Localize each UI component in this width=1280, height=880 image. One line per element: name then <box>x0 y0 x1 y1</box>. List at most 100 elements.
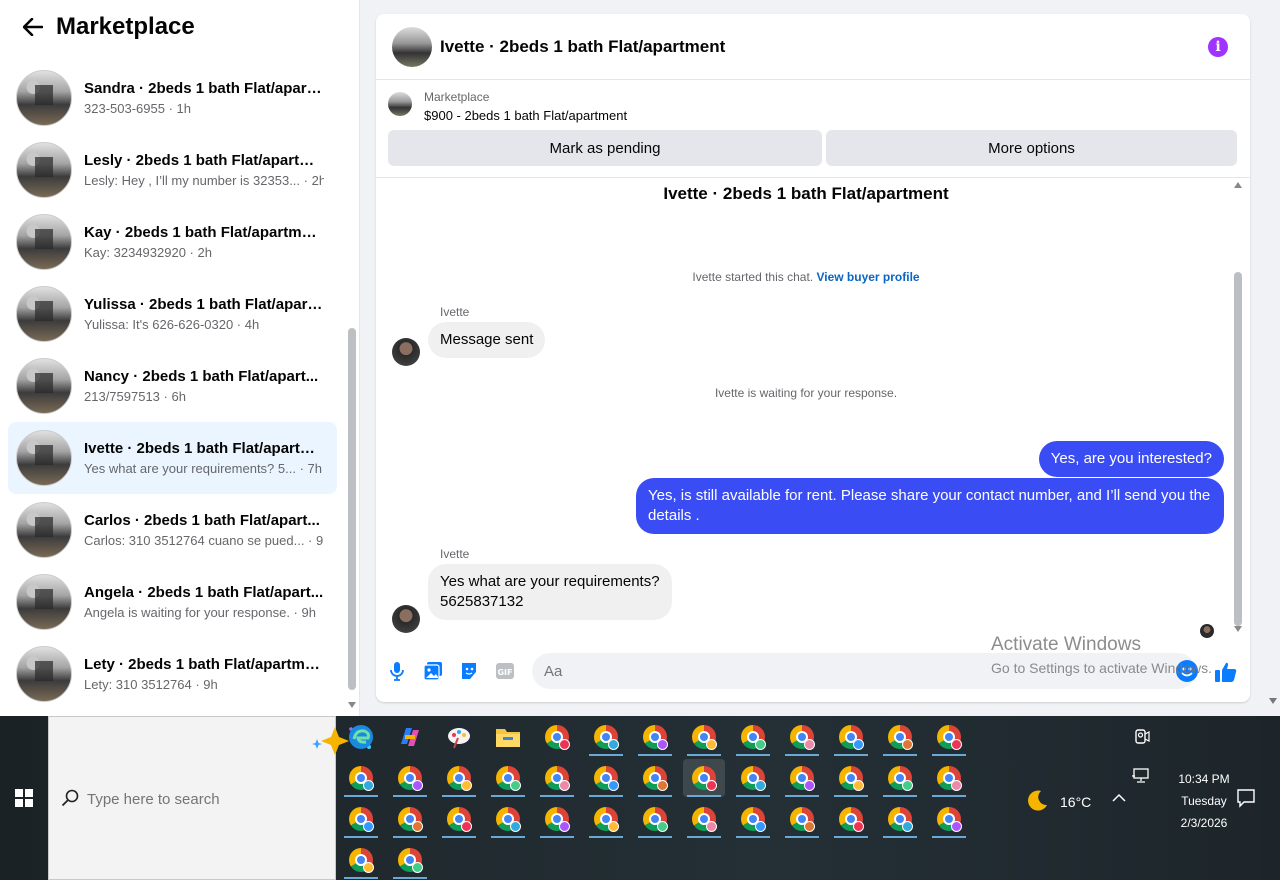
profile-badge-icon <box>657 821 668 832</box>
file-explorer-icon[interactable] <box>487 718 529 756</box>
chrome-app-icon[interactable] <box>732 759 774 797</box>
windows-start-button[interactable] <box>0 716 48 880</box>
profile-badge-icon <box>706 821 717 832</box>
thumbs-up-icon[interactable] <box>1214 660 1238 684</box>
chrome-app-icon[interactable] <box>536 759 578 797</box>
chat-title[interactable]: Ivette · 2beds 1 bath Flat/apartment <box>440 37 725 57</box>
chrome-app-icon[interactable] <box>683 800 725 838</box>
chrome-app-icon[interactable] <box>634 800 676 838</box>
chrome-app-icon[interactable] <box>438 800 480 838</box>
buyer-avatar[interactable] <box>392 338 420 366</box>
chrome-app-icon[interactable] <box>585 718 627 756</box>
conversation-item[interactable]: Lety · 2beds 1 bath Flat/apartment Lety: … <box>8 638 337 710</box>
more-options-button[interactable]: More options <box>826 130 1237 166</box>
chrome-app-icon[interactable] <box>438 759 480 797</box>
conversation-item[interactable]: Nancy · 2beds 1 bath Flat/apart... 213/75… <box>8 350 337 422</box>
chrome-app-icon[interactable] <box>683 759 725 797</box>
chrome-app-icon[interactable] <box>830 759 872 797</box>
listing-thumbnail[interactable] <box>388 92 412 116</box>
chrome-app-icon[interactable] <box>585 800 627 838</box>
sticker-icon[interactable] <box>458 660 480 682</box>
weather-widget[interactable]: 16°C <box>1026 788 1091 815</box>
info-icon[interactable]: i <box>1208 37 1228 57</box>
chrome-app-icon[interactable] <box>389 800 431 838</box>
message-input[interactable] <box>532 653 1132 689</box>
chrome-app-icon[interactable] <box>928 718 970 756</box>
chrome-app-icon[interactable] <box>879 800 921 838</box>
sidebar-scrollbar[interactable] <box>346 48 358 708</box>
chrome-app-icon[interactable] <box>928 800 970 838</box>
chrome-app-icon[interactable] <box>830 800 872 838</box>
profile-badge-icon <box>755 780 766 791</box>
chrome-app-icon[interactable] <box>389 759 431 797</box>
scroll-down-arrow-icon[interactable] <box>348 702 356 708</box>
chrome-app-icon[interactable] <box>879 759 921 797</box>
meet-now-icon[interactable] <box>1134 728 1150 751</box>
messages-scrollbar-thumb[interactable] <box>1234 272 1242 626</box>
photo-icon[interactable] <box>422 660 444 682</box>
chrome-app-icon[interactable] <box>536 800 578 838</box>
chrome-app-icon[interactable] <box>487 759 529 797</box>
profile-badge-icon <box>559 821 570 832</box>
buyer-avatar[interactable] <box>392 605 420 633</box>
scroll-up-arrow-icon[interactable] <box>1234 182 1242 188</box>
network-icon[interactable] <box>1132 768 1150 789</box>
profile-badge-icon <box>853 780 864 791</box>
chrome-app-icon[interactable] <box>928 759 970 797</box>
profile-badge-icon <box>363 780 374 791</box>
view-buyer-profile-link[interactable]: View buyer profile <box>816 270 919 284</box>
notification-icon[interactable] <box>1236 788 1256 813</box>
chrome-app-icon[interactable] <box>732 800 774 838</box>
conversation-item[interactable]: Lesly · 2beds 1 bath Flat/apartm... Lesly… <box>8 134 337 206</box>
chrome-app-icon[interactable] <box>389 841 431 879</box>
chrome-app-icon[interactable] <box>781 759 823 797</box>
microphone-icon[interactable] <box>386 660 408 682</box>
chat-avatar[interactable] <box>392 26 432 67</box>
chrome-app-icon[interactable] <box>781 800 823 838</box>
paint-app-icon[interactable] <box>438 718 480 756</box>
conversation-name: Nancy · 2beds 1 bath Flat/apart... <box>84 368 319 385</box>
chevron-up-icon[interactable] <box>1112 790 1126 808</box>
chrome-app-icon[interactable] <box>830 718 872 756</box>
mark-as-pending-button[interactable]: Mark as pending <box>388 130 822 166</box>
messages-scrollbar[interactable] <box>1232 182 1244 632</box>
emoji-icon[interactable] <box>1176 660 1198 682</box>
chrome-app-icon[interactable] <box>487 800 529 838</box>
profile-badge-icon <box>951 780 962 791</box>
chrome-app-icon[interactable] <box>781 718 823 756</box>
gif-icon[interactable]: GIF <box>494 660 516 682</box>
chrome-app-icon[interactable] <box>585 759 627 797</box>
conversation-item[interactable]: Ivette · 2beds 1 bath Flat/apartm... Yes … <box>8 422 337 494</box>
back-arrow-icon[interactable] <box>18 12 48 42</box>
chrome-app-icon[interactable] <box>340 759 382 797</box>
profile-badge-icon <box>657 780 668 791</box>
conversation-item[interactable]: Kay · 2beds 1 bath Flat/apartment Kay: 32… <box>8 206 337 278</box>
page-scrollbar[interactable] <box>1266 0 1280 716</box>
conversation-item[interactable]: Carlos · 2beds 1 bath Flat/apart... Carlo… <box>8 494 337 566</box>
chrome-app-icon[interactable] <box>536 718 578 756</box>
chrome-app-icon[interactable] <box>879 718 921 756</box>
chat-header: Ivette · 2beds 1 bath Flat/apartment i <box>376 14 1250 80</box>
temperature-readout: 16°C <box>1060 793 1092 810</box>
copilot-app-icon[interactable] <box>389 718 431 756</box>
edge-app-icon[interactable] <box>340 718 382 756</box>
listing-price-title[interactable]: $900 - 2beds 1 bath Flat/apartment <box>424 108 627 123</box>
taskbar-search-box[interactable] <box>48 716 371 880</box>
conversation-item[interactable]: Sandra · 2beds 1 bath Flat/apart... 323-5… <box>8 62 337 134</box>
scroll-down-arrow-icon[interactable] <box>1234 626 1242 632</box>
sidebar-scrollbar-thumb[interactable] <box>348 328 356 690</box>
system-tray: 16°C 10:34 PM Tuesday 2/3/2026 <box>1020 716 1280 880</box>
chrome-app-icon[interactable] <box>634 718 676 756</box>
chrome-app-icon[interactable] <box>340 800 382 838</box>
chrome-app-icon[interactable] <box>683 718 725 756</box>
chrome-app-icon[interactable] <box>732 718 774 756</box>
chrome-app-icon[interactable] <box>340 841 382 879</box>
profile-badge-icon <box>902 821 913 832</box>
message-sender: Ivette <box>440 547 470 561</box>
profile-badge-icon <box>951 821 962 832</box>
profile-badge-icon <box>412 821 423 832</box>
chrome-app-icon[interactable] <box>634 759 676 797</box>
taskbar-search-input[interactable] <box>87 787 317 811</box>
conversation-item[interactable]: Angela · 2beds 1 bath Flat/apart... Angel… <box>8 566 337 638</box>
conversation-item[interactable]: Yulissa · 2beds 1 bath Flat/apart... Yuli… <box>8 278 337 350</box>
